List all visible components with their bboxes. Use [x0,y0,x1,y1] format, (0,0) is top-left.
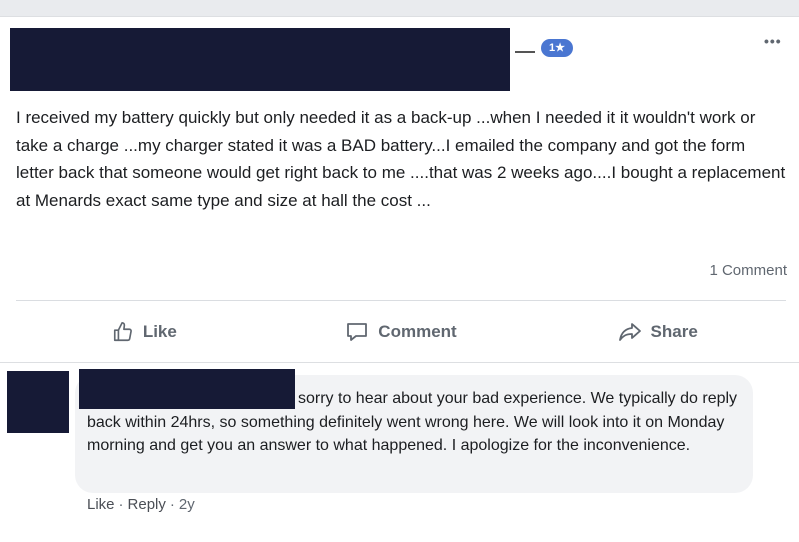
comment-reply-link[interactable]: Reply [128,496,166,513]
separator: · [169,496,175,513]
share-arrow-icon [618,323,641,341]
comment-label: Comment [378,322,457,341]
like-label: Like [142,322,177,341]
rating-badge: 1★ [541,39,573,57]
share-label: Share [650,322,698,341]
speech-bubble-icon [347,323,368,341]
post-text: I received my battery quickly but only n… [16,108,786,210]
redacted-avatar [7,371,69,433]
comment-like-link[interactable]: Like [87,496,115,513]
share-button[interactable]: Share [529,312,786,352]
comment-count-link[interactable]: 1 Comment [709,262,787,279]
comment-timestamp[interactable]: 2y [179,496,195,513]
review-post: 1★ ••• I received my battery quickly but… [0,17,799,362]
actions-divider [16,300,786,301]
thumbs-up-icon [113,322,132,342]
separator: · [118,496,124,513]
post-actions: Like Comment Share [16,312,786,352]
comment-actions: Like · Reply · 2y [87,496,195,513]
top-strip [0,0,799,17]
comment-button[interactable]: Comment [273,312,530,352]
more-options-button[interactable]: ••• [764,33,782,49]
redacted-commenter-name [79,369,295,409]
redacted-author-name [10,28,510,91]
like-button[interactable]: Like [16,312,273,352]
divider-dash [515,51,535,53]
comments-section: sorry to hear about your bad experience.… [0,362,799,542]
comment-bubble: sorry to hear about your bad experience.… [75,369,753,493]
